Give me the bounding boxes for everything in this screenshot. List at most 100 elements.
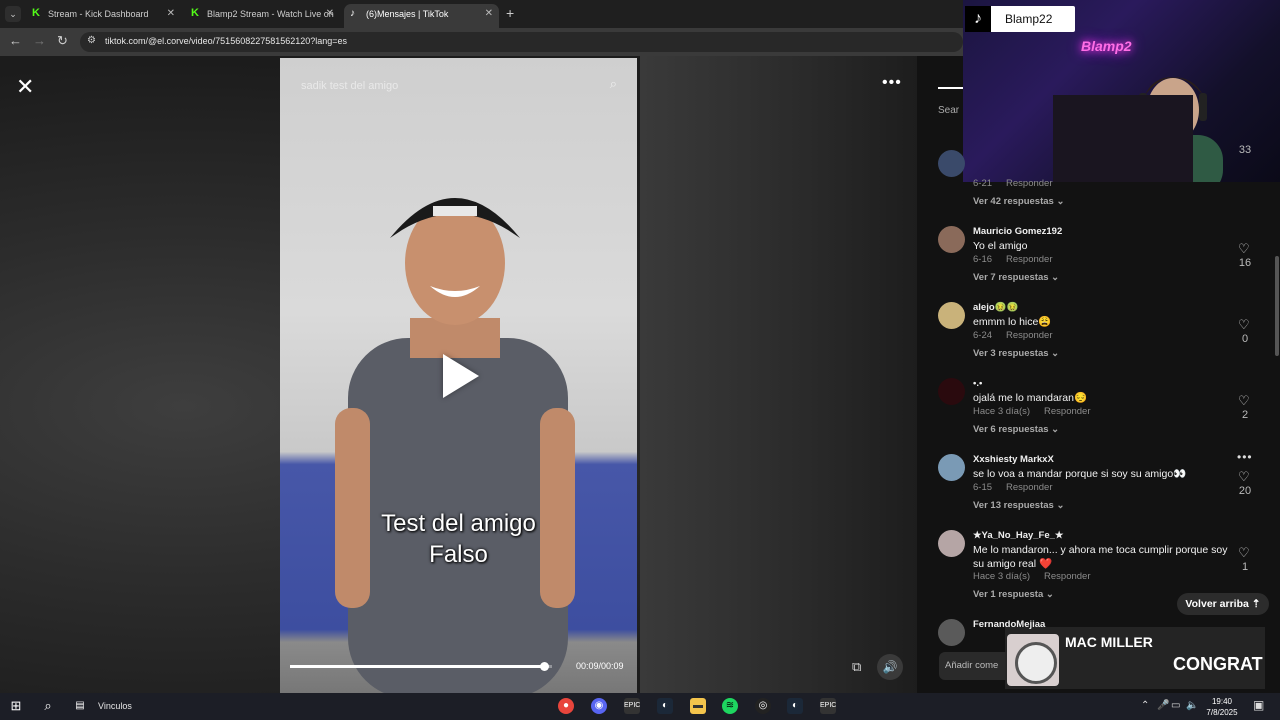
search-label[interactable]: Sear — [938, 105, 959, 116]
url-field[interactable]: ⚙ tiktok.com/@el.corve/video/75156082275… — [80, 32, 963, 52]
artist-name: MAC MILLER — [1065, 634, 1153, 650]
video-progress-bar[interactable] — [290, 662, 552, 671]
song-title: CONGRAT — [1173, 654, 1263, 674]
file-explorer-icon[interactable]: ▬ — [690, 698, 706, 714]
scrollbar[interactable] — [1275, 256, 1279, 356]
play-icon[interactable] — [443, 354, 479, 398]
heart-icon[interactable]: ♡ — [1238, 241, 1250, 257]
active-tab-underline — [938, 87, 966, 89]
view-replies-button[interactable]: Ver 3 respuestas ⌄ — [973, 348, 1059, 359]
tab-tiktok-messages[interactable]: ♪ (6)Mensajes | TikTok ✕ — [344, 4, 499, 28]
video-time: 00:09/00:09 — [576, 661, 624, 671]
like-count: 33 — [1238, 144, 1252, 156]
reload-icon[interactable]: ↻ — [57, 33, 68, 49]
comment-meta: Hace 3 día(s) Responder — [973, 406, 1091, 417]
comment-username[interactable]: Xxshiesty MarkxX — [973, 454, 1054, 465]
volume-icon[interactable]: 🔊 — [877, 654, 903, 680]
picture-in-picture-icon[interactable]: ⧉ — [852, 659, 861, 675]
caption-line1: Test del amigo — [381, 510, 536, 537]
back-arrow-icon[interactable]: ← — [9, 33, 22, 48]
comment-meta: 6-21 Responder — [973, 178, 1053, 189]
microphone-icon[interactable]: 🎤 — [1157, 700, 1169, 711]
tab-search-button[interactable]: ⌄ — [5, 6, 21, 22]
view-replies-button[interactable]: Ver 7 respuestas ⌄ — [973, 272, 1059, 283]
comment-meta: 6-16 Responder — [973, 254, 1053, 265]
desk — [1053, 95, 1193, 182]
progress-fill — [290, 665, 545, 668]
view-replies-button[interactable]: Ver 6 respuestas ⌄ — [973, 424, 1059, 435]
avatar[interactable] — [938, 530, 965, 557]
new-tab-button[interactable]: + — [506, 5, 514, 21]
search-icon[interactable]: ⌕ — [610, 76, 617, 92]
neon-sign: Blamp2 — [1081, 38, 1132, 54]
search-icon[interactable]: ⌕ — [40, 698, 56, 714]
more-options-icon[interactable]: ••• — [1237, 450, 1253, 464]
avatar[interactable] — [938, 378, 965, 405]
avatar[interactable] — [938, 454, 965, 481]
comment-text: ojalá me lo mandaran😔 — [973, 392, 1088, 404]
close-tab-icon[interactable]: ✕ — [485, 4, 493, 24]
heart-icon[interactable]: ♡ — [1238, 469, 1250, 485]
steam-icon[interactable]: ◐ — [657, 698, 673, 714]
notifications-icon[interactable]: ▣ — [1253, 698, 1264, 712]
tab-kick-dashboard[interactable]: K Stream - Kick Dashboard ✕ — [26, 4, 181, 28]
comment-meta: 6-24 Responder — [973, 330, 1053, 341]
kick-icon: K — [191, 7, 199, 19]
heart-icon[interactable]: ♡ — [1238, 393, 1250, 409]
close-tab-icon[interactable]: ✕ — [167, 4, 175, 24]
view-replies-button[interactable]: Ver 1 respuesta ⌄ — [973, 589, 1054, 600]
discord-icon[interactable]: ◉ — [591, 698, 607, 714]
comment-meta: 6-15 Responder — [973, 482, 1053, 493]
site-info-icon[interactable]: ⚙ — [87, 35, 96, 46]
spotify-icon[interactable]: ≋ — [722, 698, 738, 714]
person-image — [335, 198, 575, 693]
chrome-icon[interactable]: ● — [558, 698, 574, 714]
avatar[interactable] — [938, 619, 965, 646]
reply-button[interactable]: Responder — [1044, 571, 1090, 582]
task-view-icon[interactable]: ▤ — [72, 698, 88, 714]
tiktok-name-tag: ♪ Blamp22 — [965, 6, 1075, 32]
speaker-icon[interactable]: 🔈 — [1186, 700, 1198, 711]
reply-button[interactable]: Responder — [1006, 178, 1052, 189]
windows-start-icon[interactable]: ⊞ — [8, 698, 24, 714]
steam-icon[interactable]: ◐ — [787, 698, 803, 714]
browser-tab-bar: ⌄ K Stream - Kick Dashboard ✕ K Blamp2 S… — [0, 0, 963, 28]
comment-username[interactable]: FernandoMejiaa — [973, 619, 1045, 630]
avatar[interactable] — [938, 226, 965, 253]
caption-line2: Falso — [429, 541, 488, 568]
system-clock[interactable]: 19:40 7/8/2025 — [1200, 696, 1244, 718]
heart-icon[interactable]: ♡ — [1238, 545, 1250, 561]
back-to-top-button[interactable]: Volver arriba ⇡ — [1177, 593, 1269, 615]
view-replies-button[interactable]: Ver 13 respuestas ⌄ — [973, 500, 1064, 511]
close-tab-icon[interactable]: ✕ — [326, 4, 334, 24]
links-toolbar-label[interactable]: Vinculos — [98, 701, 132, 711]
reply-button[interactable]: Responder — [1006, 330, 1052, 341]
comment-text: Yo el amigo — [973, 240, 1028, 252]
tiktok-icon: ♪ — [965, 6, 991, 32]
view-replies-button[interactable]: Ver 42 respuestas ⌄ — [973, 196, 1064, 207]
video-player[interactable]: sadik test del amigo ⌕ Test del amigo Fa… — [280, 58, 637, 693]
network-icon[interactable]: ▭ — [1171, 700, 1180, 711]
reply-button[interactable]: Responder — [1006, 254, 1052, 265]
comment-username[interactable]: ★Ya_No_Hay_Fe_★ — [973, 530, 1063, 541]
chevron-up-icon[interactable]: ⌃ — [1141, 700, 1149, 711]
comment-username[interactable]: •.• — [973, 378, 982, 389]
close-video-icon[interactable]: ✕ — [16, 74, 34, 100]
epic-games-icon[interactable]: EPIC — [820, 698, 836, 714]
forward-arrow-icon[interactable]: → — [33, 33, 46, 48]
tab-blamp2-stream[interactable]: K Blamp2 Stream - Watch Live on ✕ — [185, 4, 340, 28]
heart-icon[interactable]: ♡ — [1238, 317, 1250, 333]
video-search-text[interactable]: sadik test del amigo — [301, 80, 398, 92]
obs-icon[interactable]: ◎ — [755, 698, 771, 714]
comment-username[interactable]: alejo🤢🤢 — [973, 302, 1018, 313]
avatar[interactable] — [938, 150, 965, 177]
comment-meta: Hace 3 día(s) Responder — [973, 571, 1091, 582]
reply-button[interactable]: Responder — [1044, 406, 1090, 417]
like-count: 20 — [1238, 485, 1252, 497]
comment-username[interactable]: Mauricio Gomez192 — [973, 226, 1062, 237]
avatar[interactable] — [938, 302, 965, 329]
epic-games-icon[interactable]: EPIC — [624, 698, 640, 714]
album-art — [1007, 634, 1059, 686]
more-options-icon[interactable]: ••• — [882, 74, 902, 92]
reply-button[interactable]: Responder — [1006, 482, 1052, 493]
